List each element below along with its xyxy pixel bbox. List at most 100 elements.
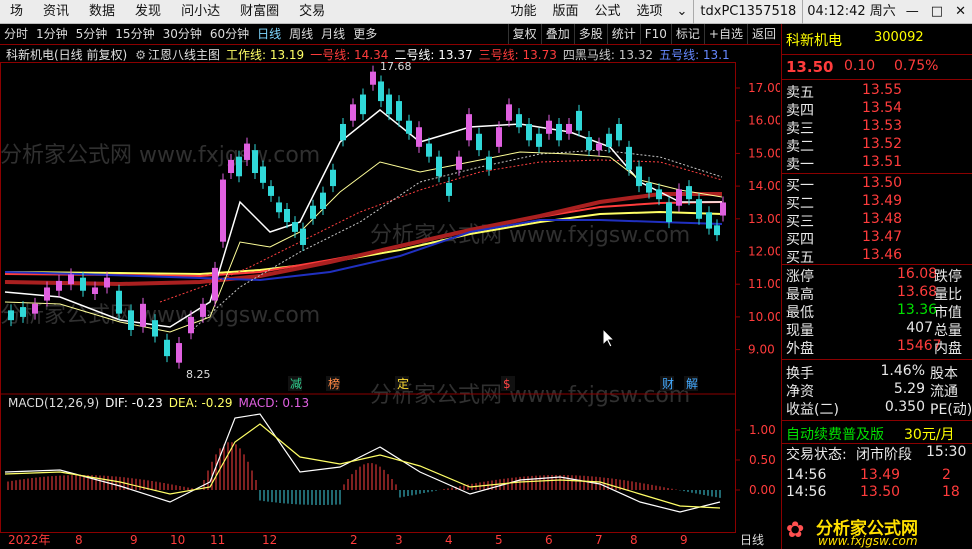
candle-body	[466, 114, 472, 141]
ask-label: 卖五	[786, 85, 814, 101]
candle-body	[636, 166, 642, 187]
ask-price: 13.52	[862, 136, 903, 152]
stat-label-2: 内盘	[934, 341, 962, 357]
period-tab[interactable]: 周线	[285, 24, 317, 44]
candle-body	[706, 212, 712, 229]
bid-price: 13.48	[862, 211, 903, 227]
candle-body	[220, 179, 226, 242]
candle-body	[526, 123, 532, 141]
menu-bar: 场资讯 数据 发现 问小达 财富圈 交易 功能 版面 公式 选项 ⌄ tdxPC1357518 04:1…	[0, 0, 972, 24]
time-axis-label: 8	[630, 533, 638, 547]
period-tab[interactable]: 30分钟	[159, 24, 206, 44]
maximize-icon[interactable]: □	[925, 0, 949, 24]
divider	[782, 420, 972, 421]
period-tab[interactable]: 60分钟	[206, 24, 253, 44]
macd-axis-label: 0.50	[749, 453, 776, 467]
macd-axis-label: 1.00	[749, 423, 776, 437]
period-tab[interactable]: 5分钟	[72, 24, 112, 44]
toolbar-button[interactable]: +自选	[703, 24, 747, 44]
time-axis-label: 4	[445, 533, 453, 547]
menu-right-item[interactable]: 功能	[502, 0, 544, 24]
price-axis-label: 13.00	[748, 212, 780, 226]
candle-body	[476, 133, 482, 151]
bid-price: 13.49	[862, 193, 903, 209]
ask-row: 卖三 13.53	[782, 118, 972, 137]
candle-body	[406, 120, 412, 134]
bid-label: 买一	[786, 178, 814, 194]
watermark-text: 分析家公式网 www.fxjgsw.com	[0, 303, 320, 328]
candle-body	[252, 150, 258, 174]
chevron-down-icon[interactable]: ⌄	[671, 0, 694, 24]
candle-body	[566, 123, 572, 134]
time-axis-label: 2	[350, 533, 358, 547]
ask-price: 13.53	[862, 118, 903, 134]
watermark-text: 分析家公式网 www.fxjgsw.com	[370, 383, 690, 408]
candle-body	[56, 280, 62, 291]
toolbar-button[interactable]: 返回	[746, 24, 780, 44]
time-axis-label: 8	[75, 533, 83, 547]
low-annotation: 8.25	[186, 368, 211, 381]
period-tab[interactable]: 日线	[253, 24, 285, 44]
close-icon[interactable]: ✕	[949, 0, 972, 24]
menu-item[interactable]: 数据	[79, 0, 125, 24]
toolbar-button[interactable]: 多股	[573, 24, 607, 44]
menu-right-item[interactable]: 版面	[544, 0, 586, 24]
stat2-row: 换手 1.46% 股本	[782, 363, 972, 382]
stat2-label: 换手	[786, 366, 814, 382]
menu-right-item[interactable]: 选项	[628, 0, 670, 24]
candle-body	[586, 137, 592, 151]
period-tab[interactable]: 1分钟	[32, 24, 72, 44]
ask-price: 13.55	[862, 82, 903, 98]
toolbar-button[interactable]: 叠加	[540, 24, 574, 44]
candle-body	[350, 104, 356, 121]
ask-label: 卖二	[786, 139, 814, 155]
renew-price: 30元/月	[904, 427, 955, 443]
minimize-icon[interactable]: —	[900, 0, 925, 24]
ask-row: 卖四 13.54	[782, 100, 972, 119]
macd-dif: DIF: -0.23	[105, 396, 163, 410]
tick-price: 13.50	[860, 484, 901, 500]
period-tab[interactable]: 更多	[349, 24, 381, 44]
menu-item[interactable]: 交易	[289, 0, 335, 24]
candle-body	[212, 267, 218, 301]
kline-chart[interactable]: 分析家公式网 www.fxjgsw.com 分析家公式网 www.fxjgsw.c…	[0, 62, 780, 549]
toolbar-button[interactable]: 标记	[670, 24, 704, 44]
stat2-label: 收益(二)	[786, 402, 839, 418]
candle-body	[606, 133, 612, 147]
toolbar-button[interactable]: 复权	[507, 24, 541, 44]
menu-item[interactable]: 场	[0, 0, 33, 24]
stat-label-2: 量比	[934, 287, 962, 303]
trade-status: 闭市阶段	[856, 447, 912, 463]
menu-item[interactable]: 发现	[125, 0, 171, 24]
period-tab[interactable]: 分时	[0, 24, 32, 44]
bid-label: 买二	[786, 196, 814, 212]
menu-item[interactable]: 问小达	[171, 0, 230, 24]
period-tab[interactable]: 月线	[317, 24, 349, 44]
candle-body	[200, 303, 206, 317]
ask-price: 13.51	[862, 154, 903, 170]
event-label: 减	[290, 377, 302, 391]
stat-row: 外盘 15467 内盘	[782, 338, 972, 357]
candle-body	[486, 156, 492, 170]
period-tab[interactable]: 15分钟	[111, 24, 158, 44]
macd-value: MACD: 0.13	[239, 396, 310, 410]
candle-body	[516, 114, 522, 128]
toolbar-button[interactable]: F10	[639, 24, 671, 44]
menu-item[interactable]: 资讯	[33, 0, 79, 24]
candle-body	[8, 310, 14, 321]
candle-body	[128, 310, 134, 330]
candle-body	[416, 127, 422, 147]
dea-line	[4, 423, 721, 509]
stat-label: 最高	[786, 287, 814, 303]
candle-body	[20, 307, 26, 317]
stat-value: 407	[906, 320, 933, 336]
gear-icon[interactable]: ⚙	[135, 48, 146, 62]
toolbar-right: 复权 叠加 多股 统计 F10 标记 +自选 返回	[507, 24, 780, 44]
menu-item[interactable]: 财富圈	[230, 0, 289, 24]
menu-right-item[interactable]: 公式	[586, 0, 628, 24]
candle-body	[456, 156, 462, 170]
candle-body	[80, 277, 86, 291]
stat2-value: 0.350	[884, 399, 925, 415]
candle-body	[720, 202, 726, 216]
toolbar-button[interactable]: 统计	[606, 24, 640, 44]
